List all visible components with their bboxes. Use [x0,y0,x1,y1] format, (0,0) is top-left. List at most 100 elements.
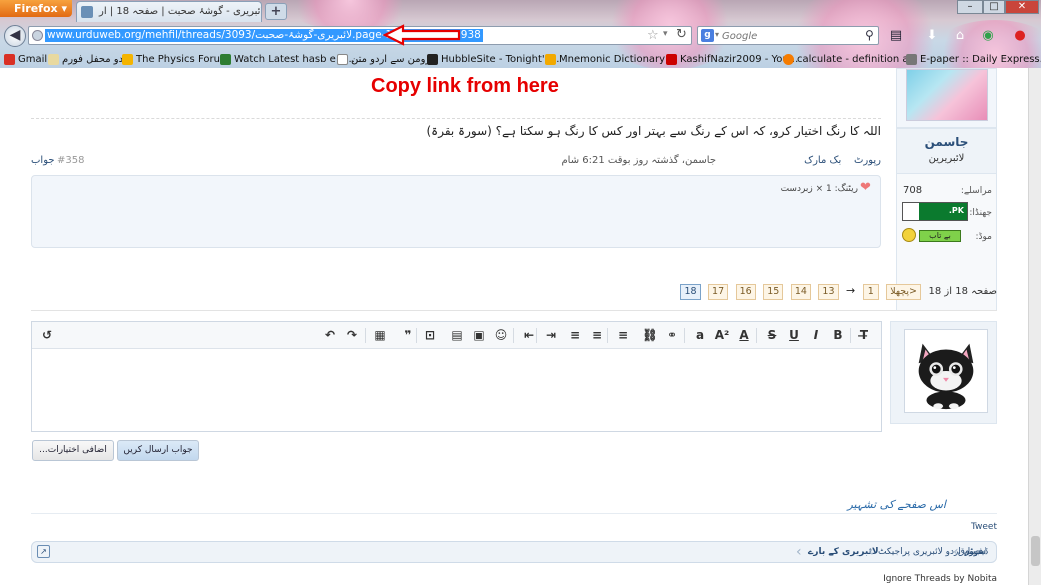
site-identity-icon[interactable] [32,30,43,41]
bookmark-label: Gmail [18,54,48,65]
save-icon[interactable]: ▦ [371,327,389,344]
reply-link[interactable]: جواب [31,155,55,166]
post-number[interactable]: #358 [57,155,84,166]
breadcrumb-item[interactable]: سرورق [958,542,986,562]
hubble-icon [427,54,438,65]
post-date[interactable]: جاسمن، گذشتہ روز بوقت 6:21 شام [561,155,716,166]
likes-text[interactable]: ریٹنگ: 1 × زبردست [781,184,858,194]
search-bar[interactable]: g ▾ ⚲ [697,26,879,45]
firefox-menu-button[interactable]: Firefox ▾ [0,0,72,17]
search-input[interactable] [722,28,862,44]
reply-editor[interactable]: T̶ B I U S A A² a ⚭ ⛓ ≡ ≡ ≡ ⇥ ⇤ ☺ ▣ ▤ ⊡ ❞ ▦ ↷ ↶ ↺ [31,321,882,432]
current-page[interactable]: 18 [680,284,701,300]
toolbar-separator [850,328,851,343]
font-color-icon[interactable]: A [735,327,753,344]
cat-icon [918,343,974,410]
strikethrough-icon[interactable]: S [763,327,781,344]
bookmark-watch-latest[interactable]: Watch Latest hasb e h... [220,52,355,67]
toolbar-separator [756,328,757,343]
align-center-icon[interactable]: ≡ [588,327,606,344]
maximize-button[interactable]: □ [983,0,1005,14]
quote-icon[interactable]: ❞ [399,327,417,344]
editor-toolbar: T̶ B I U S A A² a ⚭ ⛓ ≡ ≡ ≡ ⇥ ⇤ ☺ ▣ ▤ ⊡ ❞ ▦ ↷ ↶ ↺ [32,322,881,349]
toolbar-separator [365,328,366,343]
bookmark-physics-forum[interactable]: The Physics Forum [122,52,230,67]
page-icon [337,54,348,65]
author-name[interactable]: جاسمن [897,135,996,149]
code-icon[interactable]: ⊡ [421,327,439,344]
italic-icon[interactable]: I [807,327,825,344]
bookmark-gmail[interactable]: Gmail [4,52,47,67]
align-left-icon[interactable]: ≡ [614,327,632,344]
divider [31,513,997,514]
link-icon[interactable]: ⚭ [663,327,681,344]
page-scrollbar[interactable] [1028,68,1041,585]
browser-chrome: Firefox ▾ لائبریری - گوشۂ صحبت | صفحہ 18… [0,0,1041,68]
bold-icon[interactable]: B [829,327,847,344]
outdent-icon[interactable]: ⇤ [520,327,538,344]
bookmarks-menu-icon[interactable]: ▤ [886,26,906,46]
search-icon[interactable]: ⚲ [865,28,874,42]
new-tab-button[interactable]: + [265,3,287,20]
bbcode-icon[interactable]: ↺ [38,327,56,344]
smiley-icon [902,228,916,242]
indent-icon[interactable]: ⇥ [542,327,560,344]
underline-icon[interactable]: U [785,327,803,344]
mnemonic-icon [545,54,556,65]
page-link[interactable]: 17 [708,284,729,300]
author-avatar[interactable] [896,68,997,128]
bookmark-roman-urdu[interactable]: رومن سے اردو متن [337,52,430,67]
image-icon[interactable]: ▣ [470,327,488,344]
page-link[interactable]: 15 [763,284,784,300]
breadcrumb-home-icon[interactable]: ↗ [37,545,50,558]
close-window-button[interactable]: ✕ [1005,0,1039,14]
report-link[interactable]: رپورٹ [854,155,881,166]
bookmark-link[interactable]: بک مارک [804,155,841,166]
bookmark-calculate[interactable]: calculate - definition a... [783,52,918,67]
bookmark-urdu-forum[interactable]: اردو محفل فورم [48,52,131,67]
page-link[interactable]: 13 [818,284,839,300]
post-signature: اللہ کا رنگ اختیار کرو، کہ اس کے رنگ سے … [426,124,881,138]
dropdown-icon[interactable]: ▾ [663,29,668,39]
bookmark-youtube[interactable]: KashifNazir2009 - You... [666,52,798,67]
google-engine-icon[interactable]: g [701,29,714,42]
ignore-threads-link[interactable]: Ignore Threads by Nobita [883,574,997,584]
bookmark-label: رومن سے اردو متن [351,54,431,65]
smilie-icon[interactable]: ☺ [492,327,510,344]
browser-tab[interactable]: لائبریری - گوشۂ صحبت | صفحہ 18 | ار [76,1,262,22]
url-bar[interactable]: www.urduweb.org/mehfil/threads/3093/لائب… [28,26,692,45]
bookmark-epaper[interactable]: E-paper :: Daily Express... [906,52,1041,67]
reload-icon[interactable]: ↻ [676,27,687,42]
download-icon[interactable]: ⬇ [922,26,942,46]
unlink-icon[interactable]: ⛓ [641,327,659,344]
bookmark-mnemonic[interactable]: Mnemonic Dictionary ... [545,52,678,67]
prev-page-button[interactable]: <پچھلا [886,284,922,300]
redo-icon[interactable]: ↷ [343,327,361,344]
back-arrow-icon[interactable]: ◀ [4,25,26,47]
clear-format-icon[interactable]: T̶ [855,327,873,344]
page-link[interactable]: 14 [790,284,811,300]
stat-label-posts: مراسلے: [960,186,992,196]
toolbar-separator [513,328,514,343]
media-icon[interactable]: ▤ [448,327,466,344]
align-right-icon[interactable]: ≡ [566,327,584,344]
page-link[interactable]: 1 [862,284,879,300]
adblock-icon[interactable]: ● [1010,26,1030,46]
my-avatar[interactable] [890,321,997,424]
font-family-icon[interactable]: a [691,327,709,344]
more-options-button[interactable]: اضافی اختیارات... [32,440,114,461]
bookmark-label: HubbleSite - Tonight's... [441,54,560,65]
scrollbar-thumb[interactable] [1031,536,1040,566]
tweet-button[interactable]: Tweet [971,522,997,532]
font-size-icon[interactable]: A² [713,327,731,344]
page-link[interactable]: 16 [735,284,756,300]
bookmark-hubblesite[interactable]: HubbleSite - Tonight's... [427,52,559,67]
chrome-addon-icon[interactable]: ◉ [978,26,998,46]
undo-icon[interactable]: ↶ [321,327,339,344]
submit-reply-button[interactable]: جواب ارسال کریں [117,440,199,461]
minimize-button[interactable]: – [957,0,983,14]
home-icon[interactable]: ⌂ [950,26,970,46]
youtube-icon [666,54,677,65]
star-icon[interactable]: ☆ [647,28,659,43]
editor-textarea[interactable] [32,350,881,431]
